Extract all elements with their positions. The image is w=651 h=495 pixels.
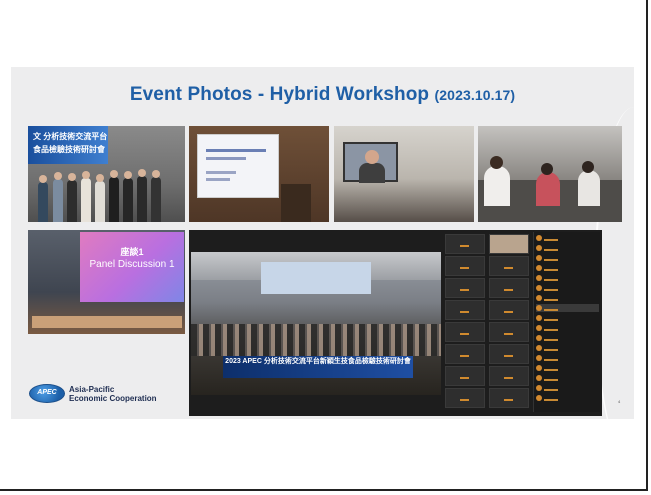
participant-row (536, 384, 599, 392)
participant-row (536, 394, 599, 402)
participant-row (536, 234, 599, 242)
slide-title-text: Event Photos - Hybrid Workshop (129, 84, 430, 105)
slide-page-number: 4 (618, 399, 621, 404)
video-screen (343, 142, 398, 183)
video-tile (445, 300, 485, 320)
podium (281, 184, 311, 222)
person-figure (109, 170, 119, 222)
person-figure (151, 170, 161, 222)
apec-logo-badge: APEC (29, 384, 65, 403)
photo-group-on-stage: 文 分析技術交流平台 食品檢驗技術研討會 (28, 126, 185, 222)
participant-row (536, 344, 599, 352)
apec-logo-name: Asia-Pacific Economic Cooperation (69, 385, 157, 403)
participant-row (536, 294, 599, 302)
video-tile (445, 256, 485, 276)
photo-presentation-screen (189, 126, 329, 222)
hall-backdrop: 2023 APEC 分析技術交流平台新穎生技食品檢驗技術研討會 (223, 356, 413, 378)
participant-row (536, 364, 599, 372)
person-figure (137, 169, 147, 222)
apec-logo: APEC Asia-Pacific Economic Cooperation (29, 381, 169, 407)
person-figure (53, 172, 63, 222)
video-tile (489, 344, 529, 364)
page: Event Photos - Hybrid Workshop (2023.10.… (0, 0, 651, 495)
photo-attendees (478, 126, 622, 222)
person-figure (38, 175, 48, 222)
video-tile (445, 388, 485, 408)
participant-row (536, 264, 599, 272)
participant-row (536, 304, 599, 312)
participant-row (536, 334, 599, 342)
participant-row (536, 274, 599, 282)
panel-screen: 座談1 Panel Discussion 1 (80, 232, 184, 302)
person-figure (67, 173, 77, 222)
participant-row (536, 324, 599, 332)
person-figure (81, 171, 91, 222)
video-tile (489, 388, 529, 408)
person-figure (95, 174, 105, 222)
video-tile (489, 366, 529, 386)
panel-table (32, 316, 182, 328)
person-figure (123, 171, 133, 222)
panel-screen-title: 座談1 (120, 247, 144, 257)
video-tile (489, 322, 529, 342)
video-tile (445, 278, 485, 298)
participant-row (536, 284, 599, 292)
stage-banner: 文 分析技術交流平台 食品檢驗技術研討會 (28, 126, 108, 164)
video-tile (445, 234, 485, 254)
photo-panel-discussion: 座談1 Panel Discussion 1 (28, 230, 185, 334)
hall-screen (261, 262, 371, 294)
participant-row (536, 254, 599, 262)
video-tiles (445, 234, 531, 412)
conference-hall: 2023 APEC 分析技術交流平台新穎生技食品檢驗技術研討會 (191, 252, 441, 395)
participant-row (536, 374, 599, 382)
panel-screen-subtitle: Panel Discussion 1 (89, 259, 175, 270)
video-tile (489, 300, 529, 320)
slide-title: Event Photos - Hybrid Workshop (2023.10.… (11, 84, 634, 106)
apec-logo-badge-text: APEC (37, 389, 57, 396)
video-tile (445, 344, 485, 364)
video-tile (445, 366, 485, 386)
audience (191, 324, 441, 356)
participant-row (536, 314, 599, 322)
apec-logo-line2: Economic Cooperation (69, 394, 157, 403)
participants-panel (533, 232, 600, 412)
slide-title-date: (2023.10.17) (434, 87, 516, 103)
slide: Event Photos - Hybrid Workshop (2023.10.… (11, 67, 634, 419)
video-tile (489, 278, 529, 298)
photo-video-conference (334, 126, 474, 222)
participant-row (536, 354, 599, 362)
video-tile (489, 256, 529, 276)
video-tile (489, 234, 529, 254)
apec-logo-line1: Asia-Pacific (69, 385, 115, 394)
photo-hybrid-hall: 2023 APEC 分析技術交流平台新穎生技食品檢驗技術研討會 (189, 230, 602, 416)
participant-row (536, 244, 599, 252)
projection-screen (197, 134, 279, 198)
video-tile (445, 322, 485, 342)
